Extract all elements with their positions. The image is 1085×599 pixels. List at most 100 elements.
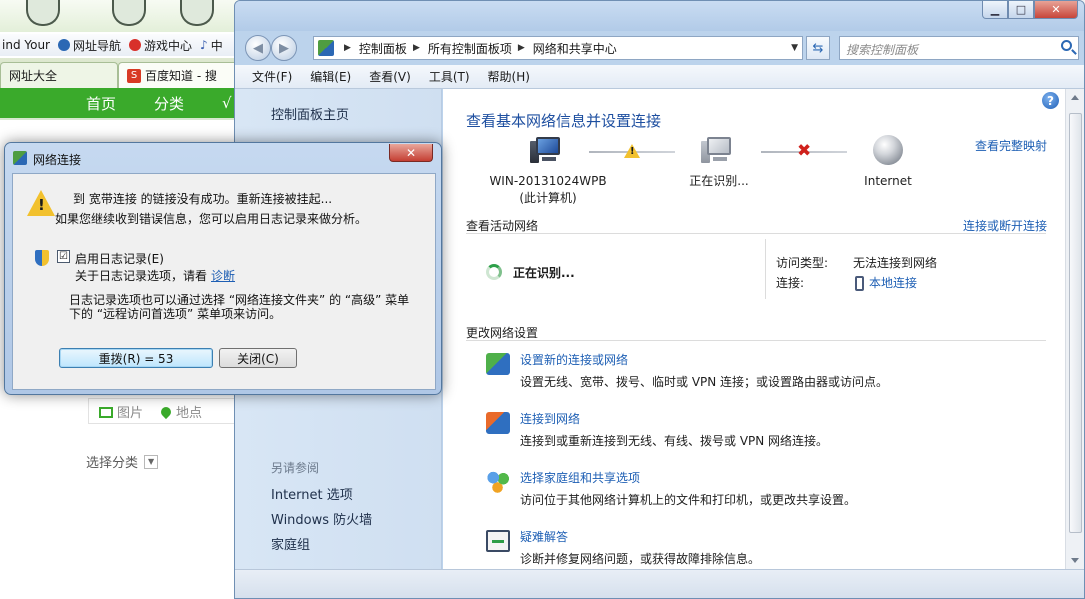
cartoon-figure-icon [112,0,146,26]
category-select[interactable]: 选择分类 ▼ [86,452,159,471]
error-hint: 如果您继续收到错误信息，您可以启用日志记录来做分析。 [55,212,368,226]
homegroup-icon [486,471,510,493]
search-placeholder: 搜索控制面板 [846,43,919,57]
connect-network-link[interactable]: 连接到网络 [520,410,580,427]
warning-icon [27,190,55,216]
arrow-right-icon: ▶ [279,40,289,56]
bookmark-item[interactable]: 网址导航 [58,37,121,54]
close-button[interactable]: ✕ [1034,1,1078,19]
menu-file[interactable]: 文件(F) [243,68,301,85]
disconnected-x-icon[interactable]: ✖ [797,143,811,160]
breadcrumb-network-center[interactable]: 网络和共享中心 [533,40,617,57]
internet-options-link[interactable]: Internet 选项 [271,484,353,503]
scroll-up-icon[interactable] [1071,95,1079,100]
address-bar[interactable]: ▶ 控制面板 ▶ 所有控制面板项 ▶ 网络和共享中心 ▼ [313,36,803,60]
back-button[interactable]: ◀ [245,35,271,61]
bookmark-item[interactable]: ♪ 中 [200,37,223,54]
minimize-button[interactable]: ▁ [982,1,1008,19]
window-titlebar[interactable]: ▁ □ ✕ [235,1,1084,31]
view-full-map-link[interactable]: 查看完整映射 [975,137,1047,154]
search-icon[interactable] [1061,40,1072,51]
nav-category[interactable]: 分类 [154,93,184,114]
address-row: ◀ ▶ ▶ 控制面板 ▶ 所有控制面板项 ▶ 网络和共享中心 ▼ ⇆ 搜索控制面… [235,31,1084,65]
globe-icon [873,135,903,165]
music-note-icon: ♪ [200,38,208,52]
refresh-button[interactable]: ⇆ [806,36,830,60]
bookmark-item[interactable]: 游戏中心 [129,37,192,54]
breadcrumb-control-panel[interactable]: 控制面板 [359,40,407,57]
breadcrumb-separator-icon[interactable]: ▶ [413,43,420,53]
browser-tab[interactable]: S 百度知道 - 搜 [118,62,240,88]
sogou-icon: S [127,68,141,83]
site-icon [58,39,70,51]
vertical-scrollbar[interactable] [1065,89,1084,569]
identifying-spinner-icon [486,264,502,280]
logging-options-text: 关于日志记录选项，请看 [75,269,208,283]
forward-button[interactable]: ▶ [271,35,297,61]
breadcrumb-separator-icon[interactable]: ▶ [518,43,525,53]
browser-banner [0,0,240,32]
dialog-body: 到 宽带连接 的链接没有成功。重新连接被挂起... 如果您继续收到错误信息，您可… [12,173,436,390]
control-panel-icon [318,40,334,56]
refresh-icon: ⇆ [812,40,824,56]
search-input[interactable]: 搜索控制面板 [839,36,1079,60]
identifying-node-label: 正在识别... [689,174,749,188]
enable-logging-label[interactable]: 启用日志记录(E) [75,250,164,267]
nav-more[interactable]: √ [222,94,232,112]
main-content: ? 查看基本网络信息并设置连接 查看完整映射 WIN-20131024WPB (… [443,89,1065,569]
browser-tab-strip: 网址大全 S 百度知道 - 搜 [0,58,240,88]
caption-buttons: ▁ □ ✕ [982,1,1078,19]
local-connection-link[interactable]: 本地连接 [853,274,917,291]
logging-note-line: 下的 “远程访问首选项” 菜单项来访问。 [69,307,282,321]
dialog-close-button[interactable]: ✕ [389,144,433,162]
homegroup-sharing-link[interactable]: 选择家庭组和共享选项 [520,469,640,486]
close-dialog-button[interactable]: 关闭(C) [219,348,297,368]
diagnose-link[interactable]: 诊断 [211,267,235,284]
help-icon[interactable]: ? [1042,92,1059,109]
network-node-this-computer[interactable]: WIN-20131024WPB (此计算机) [488,135,608,207]
browser-tab[interactable]: 网址大全 [0,62,118,88]
network-node-internet[interactable]: Internet [853,135,923,190]
menu-view[interactable]: 查看(V) [360,68,420,85]
change-settings-heading: 更改网络设置 [466,326,539,340]
access-type-value: 无法连接到网络 [853,256,938,270]
menu-help[interactable]: 帮助(H) [479,68,539,85]
bookmark-item[interactable]: ind Your [2,38,50,52]
control-panel-home-link[interactable]: 控制面板主页 [271,104,349,123]
internet-label: Internet [864,174,912,188]
arrow-left-icon: ◀ [253,40,263,56]
task-description: 访问位于其他网络计算机上的文件和打印机，或更改共享设置。 [520,493,857,507]
network-node-identifying[interactable]: 正在识别... [679,135,759,190]
breadcrumb-all-items[interactable]: 所有控制面板项 [428,40,512,57]
redial-button[interactable]: 重拨(R) = 53 [59,348,213,368]
maximize-button[interactable]: □ [1008,1,1034,19]
new-connection-icon [486,353,510,375]
troubleshoot-link[interactable]: 疑难解答 [520,528,568,545]
windows-firewall-link[interactable]: Windows 防火墙 [271,509,372,528]
chevron-down-icon[interactable]: ▼ [791,43,798,53]
bookmark-bar: ind Your 网址导航 游戏中心 ♪ 中 [0,34,240,56]
enable-logging-checkbox[interactable]: ☑ [57,250,70,263]
scroll-thumb[interactable] [1069,113,1082,533]
setup-connection-link[interactable]: 设置新的连接或网络 [520,351,628,368]
menu-tools[interactable]: 工具(T) [420,68,479,85]
identifying-status: 正在识别... [513,266,575,280]
cartoon-figure-icon [180,0,214,26]
menu-edit[interactable]: 编辑(E) [301,68,360,85]
network-connection-dialog: 网络连接 ✕ 到 宽带连接 的链接没有成功。重新连接被挂起... 如果您继续收到… [4,142,442,395]
divider [466,233,1046,234]
task-description: 连接到或重新连接到无线、有线、拨号或 VPN 网络连接。 [520,434,829,448]
image-tab[interactable]: 图片 [99,402,143,421]
connect-disconnect-link[interactable]: 连接或断开连接 [963,217,1047,234]
nav-home[interactable]: 首页 [86,93,116,114]
place-tab[interactable]: 地点 [158,402,202,421]
homegroup-link[interactable]: 家庭组 [271,534,310,553]
location-pin-icon [158,404,174,419]
network-computer-icon [701,135,737,165]
error-message: 到 宽带连接 的链接没有成功。重新连接被挂起... [73,192,333,206]
divider [765,239,766,299]
media-type-tabs: 图片 地点 [88,398,240,424]
breadcrumb-separator-icon: ▶ [344,43,351,53]
computer-name: WIN-20131024WPB [489,174,607,188]
scroll-down-icon[interactable] [1071,558,1079,563]
